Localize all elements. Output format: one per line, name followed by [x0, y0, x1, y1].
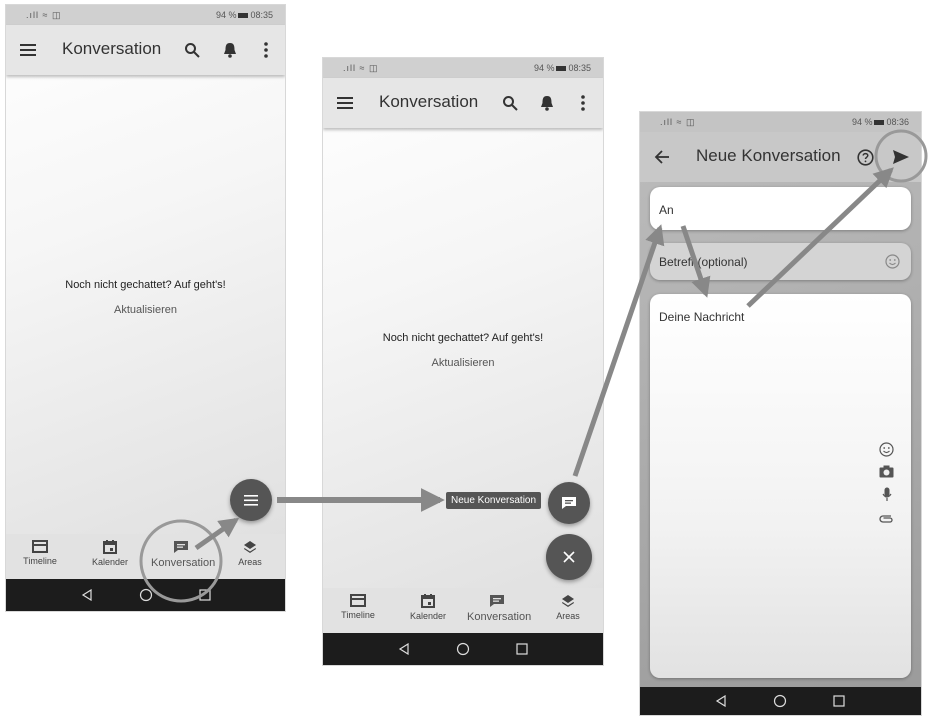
arrow-back-icon[interactable]: [652, 147, 672, 167]
mic-icon[interactable]: [882, 487, 892, 502]
calendar-icon: [103, 540, 117, 554]
layers-icon: [562, 595, 574, 607]
refresh-link[interactable]: Aktualisieren: [6, 304, 285, 316]
timeline-icon: [350, 594, 366, 607]
recipient-placeholder: An: [659, 203, 674, 217]
recipient-field[interactable]: An: [650, 187, 911, 230]
home-icon[interactable]: [773, 694, 787, 708]
calendar-icon: [421, 594, 435, 608]
close-icon: [563, 551, 575, 563]
battery-icon: [874, 120, 885, 126]
status-bar: .ıll ≈ ◫ 94 % 08:35: [323, 58, 603, 78]
empty-state-text: Noch nicht gechattet? Auf geht's!: [65, 279, 226, 291]
chat-icon: [562, 497, 576, 509]
system-navigation-bar: [640, 687, 921, 715]
subject-field[interactable]: Betreff (optional): [650, 243, 911, 280]
menu-icon[interactable]: [18, 40, 38, 60]
nav-item-conversation[interactable]: Konversation: [467, 594, 531, 623]
subject-placeholder: Betreff (optional): [659, 255, 748, 269]
back-icon[interactable]: [398, 643, 410, 655]
app-bar: Neue Konversation: [640, 132, 921, 182]
signal-indicators: .ıll ≈ ◫: [343, 63, 379, 73]
nav-item-calendar[interactable]: Kalender: [80, 540, 140, 567]
system-navigation-bar: [323, 633, 603, 665]
nav-item-areas[interactable]: Areas: [538, 594, 598, 621]
system-navigation-bar: [6, 579, 285, 611]
emoji-icon[interactable]: [885, 254, 900, 269]
status-bar: .ıll ≈ ◫ 94 % 08:35: [6, 5, 285, 25]
bottom-navigation: Timeline Kalender Konversation Areas: [6, 534, 285, 579]
send-icon[interactable]: [890, 147, 912, 167]
message-placeholder: Deine Nachricht: [659, 310, 745, 324]
more-vert-icon[interactable]: [258, 40, 274, 60]
app-bar: Konversation: [6, 25, 285, 75]
recents-icon[interactable]: [833, 695, 845, 707]
home-icon[interactable]: [139, 588, 153, 602]
battery-icon: [238, 13, 249, 19]
search-icon[interactable]: [182, 40, 202, 60]
page-title: Konversation: [62, 39, 162, 58]
status-right: 94 % 08:36: [851, 117, 909, 127]
refresh-link[interactable]: Aktualisieren: [323, 357, 603, 369]
nav-label: Areas: [556, 611, 580, 621]
bottom-navigation: Timeline Kalender Konversation Areas: [323, 588, 603, 633]
nav-item-areas[interactable]: Areas: [220, 540, 280, 567]
back-icon[interactable]: [81, 589, 93, 601]
nav-item-conversation[interactable]: Konversation: [151, 540, 215, 569]
layers-icon: [244, 541, 256, 553]
new-conversation-fab[interactable]: [548, 482, 590, 524]
menu-icon[interactable]: [335, 93, 355, 113]
new-conversation-label[interactable]: Neue Konversation: [446, 492, 542, 509]
nav-item-calendar[interactable]: Kalender: [398, 594, 458, 621]
chat-icon: [174, 541, 188, 553]
nav-label: Timeline: [23, 556, 57, 566]
phone-screen-new-conversation: .ıll ≈ ◫ 94 % 08:36 Neue Konversation An …: [640, 112, 921, 715]
phone-screen-conversations: .ıll ≈ ◫ 94 % 08:35 Konversation Noch nic…: [6, 5, 285, 611]
attach-icon[interactable]: [878, 514, 895, 524]
nav-label: Timeline: [341, 610, 375, 620]
search-icon[interactable]: [500, 93, 520, 113]
signal-indicators: .ıll ≈ ◫: [26, 10, 62, 20]
recents-icon[interactable]: [199, 589, 211, 601]
status-right: 94 % 08:35: [215, 10, 273, 20]
more-vert-icon[interactable]: [575, 93, 591, 113]
status-right: 94 % 08:35: [533, 63, 591, 73]
app-bar: Konversation: [323, 78, 603, 128]
recents-icon[interactable]: [516, 643, 528, 655]
nav-label: Areas: [238, 557, 262, 567]
phone-screen-conversations-fab-open: .ıll ≈ ◫ 94 % 08:35 Konversation Noch nic…: [323, 58, 603, 665]
nav-label: Konversation: [467, 611, 532, 623]
chat-icon: [490, 595, 504, 607]
camera-icon[interactable]: [879, 465, 894, 478]
nav-label: Kalender: [409, 611, 447, 621]
help-icon[interactable]: [855, 147, 875, 167]
nav-item-timeline[interactable]: Timeline: [10, 540, 70, 566]
nav-label: Konversation: [151, 557, 216, 569]
back-icon[interactable]: [715, 695, 727, 707]
bell-icon[interactable]: [537, 93, 557, 113]
timeline-icon: [32, 540, 48, 553]
battery-icon: [556, 66, 567, 72]
message-field[interactable]: Deine Nachricht: [650, 294, 911, 678]
nav-item-timeline[interactable]: Timeline: [328, 594, 388, 620]
status-bar: .ıll ≈ ◫ 94 % 08:36: [640, 112, 921, 132]
fab-menu-button[interactable]: [230, 479, 272, 521]
page-title: Neue Konversation: [696, 146, 841, 165]
bell-icon[interactable]: [220, 40, 240, 60]
close-fab-button[interactable]: [546, 534, 592, 580]
emoji-icon[interactable]: [879, 442, 894, 457]
empty-state-text: Noch nicht gechattet? Auf geht's!: [382, 332, 544, 344]
nav-label: Kalender: [91, 557, 129, 567]
signal-indicators: .ıll ≈ ◫: [660, 117, 696, 127]
page-title: Konversation: [379, 92, 479, 111]
home-icon[interactable]: [456, 642, 470, 656]
